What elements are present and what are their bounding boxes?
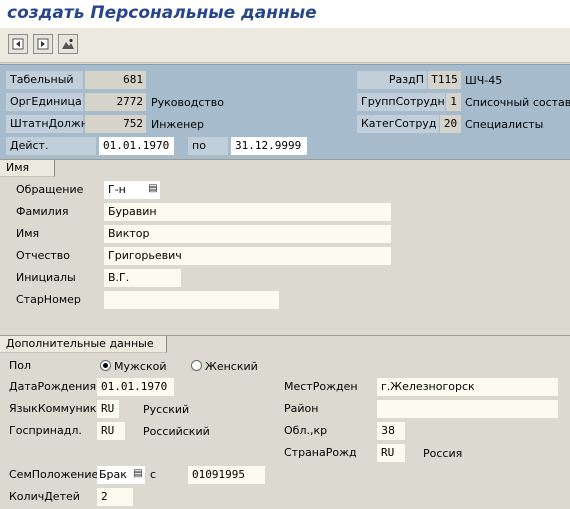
nationality-text: Российский xyxy=(143,425,210,438)
initials-input[interactable]: В.Г. xyxy=(104,269,181,287)
birth-country-label: СтранаРожд xyxy=(284,446,357,459)
gender-female-label: Женский xyxy=(205,360,258,373)
gender-male-label: Мужской xyxy=(114,360,167,373)
personnel-number-field: 681 xyxy=(85,71,146,89)
children-input[interactable]: 2 xyxy=(97,488,133,506)
gender-label: Пол xyxy=(9,359,32,372)
middle-name-label: Отчество xyxy=(16,249,71,262)
previous-record-icon xyxy=(12,38,24,50)
marital-status-select[interactable]: Брак ▤ xyxy=(97,466,145,484)
position-field: 752 xyxy=(85,115,146,133)
subarea-text: ШЧ-45 xyxy=(465,74,503,87)
children-label: КоличДетей xyxy=(9,490,80,503)
birth-date-input[interactable]: 01.01.1970 xyxy=(97,378,174,396)
next-record-button[interactable] xyxy=(33,34,53,54)
gender-female-radio[interactable] xyxy=(191,360,202,371)
overview-icon xyxy=(62,38,74,49)
language-input[interactable]: RU xyxy=(97,400,119,418)
region-input[interactable]: 38 xyxy=(377,422,405,440)
marital-status-label: СемПоложение xyxy=(9,468,99,481)
gender-male-radio[interactable] xyxy=(100,360,111,371)
district-label: Район xyxy=(284,402,319,415)
org-unit-label: ОргЕдиница xyxy=(6,93,83,111)
first-name-label: Имя xyxy=(16,227,40,240)
employee-category-text: Специалисты xyxy=(465,118,544,131)
region-label: Обл.,кр xyxy=(284,424,328,437)
valid-from-input[interactable]: 01.01.1970 xyxy=(99,137,174,155)
initials-label: Инициалы xyxy=(16,271,76,284)
title-bar: создать Персональные данные xyxy=(0,0,570,28)
since-input[interactable]: 01091995 xyxy=(188,466,265,484)
additional-section-title: Дополнительные данные xyxy=(0,336,167,353)
position-text: Инженер xyxy=(151,118,205,131)
nationality-label: Госпринадл. xyxy=(9,424,82,437)
application-toolbar xyxy=(0,28,570,63)
valid-to-label: по xyxy=(188,137,228,155)
previous-record-button[interactable] xyxy=(8,34,28,54)
personnel-number-label: Табельный xyxy=(6,71,83,89)
subarea-field: T115 xyxy=(428,71,461,89)
additional-data-section: Дополнительные данные Пол Мужской Женски… xyxy=(0,335,570,509)
name-section-title: Имя xyxy=(0,160,55,177)
value-help-icon[interactable]: ▤ xyxy=(148,183,158,195)
overview-button[interactable] xyxy=(58,34,78,54)
birth-country-input[interactable]: RU xyxy=(377,444,405,462)
header-panel: Табельный 681 РаздП T115 ШЧ-45 ОргЕдиниц… xyxy=(0,64,570,159)
org-unit-text: Руководство xyxy=(151,96,225,109)
marital-status-value: Брак xyxy=(99,468,127,481)
value-help-icon[interactable]: ▤ xyxy=(133,468,143,480)
district-input[interactable] xyxy=(377,400,558,418)
birthplace-input[interactable]: г.Железногорск xyxy=(377,378,558,396)
language-text: Русский xyxy=(143,403,190,416)
employee-group-text: Списочный состав xyxy=(465,96,570,109)
next-record-icon xyxy=(37,38,49,50)
last-name-input[interactable]: Буравин xyxy=(104,203,391,221)
employee-category-label: КатегСотруд xyxy=(357,115,439,133)
salutation-value: Г-н xyxy=(108,183,126,196)
last-name-label: Фамилия xyxy=(16,205,69,218)
salutation-select[interactable]: Г-н ▤ xyxy=(104,181,160,199)
subarea-label: РаздП xyxy=(357,71,427,89)
employee-group-field: 1 xyxy=(446,93,461,111)
old-number-input[interactable] xyxy=(104,291,279,309)
position-label: ШтатнДолжн xyxy=(6,115,88,133)
birthplace-label: МестРожден xyxy=(284,380,358,393)
middle-name-input[interactable]: Григорьевич xyxy=(104,247,391,265)
language-label: ЯзыкКоммуник xyxy=(9,402,97,415)
valid-from-label: Дейст. xyxy=(6,137,96,155)
name-section: Имя Обращение Г-н ▤ Фамилия Буравин Имя … xyxy=(0,159,570,327)
nationality-input[interactable]: RU xyxy=(97,422,125,440)
window-title: создать Персональные данные xyxy=(7,3,317,23)
birth-country-text: Россия xyxy=(423,447,463,460)
salutation-label: Обращение xyxy=(16,183,84,196)
birth-date-label: ДатаРождения xyxy=(9,380,97,393)
valid-to-input[interactable]: 31.12.9999 xyxy=(231,137,307,155)
old-number-label: СтарНомер xyxy=(16,293,81,306)
employee-group-label: ГруппСотрудн xyxy=(357,93,445,111)
org-unit-field: 2772 xyxy=(85,93,146,111)
section-divider xyxy=(0,159,570,160)
since-label: с xyxy=(150,468,157,481)
employee-category-field: 20 xyxy=(440,115,461,133)
first-name-input[interactable]: Виктор xyxy=(104,225,391,243)
